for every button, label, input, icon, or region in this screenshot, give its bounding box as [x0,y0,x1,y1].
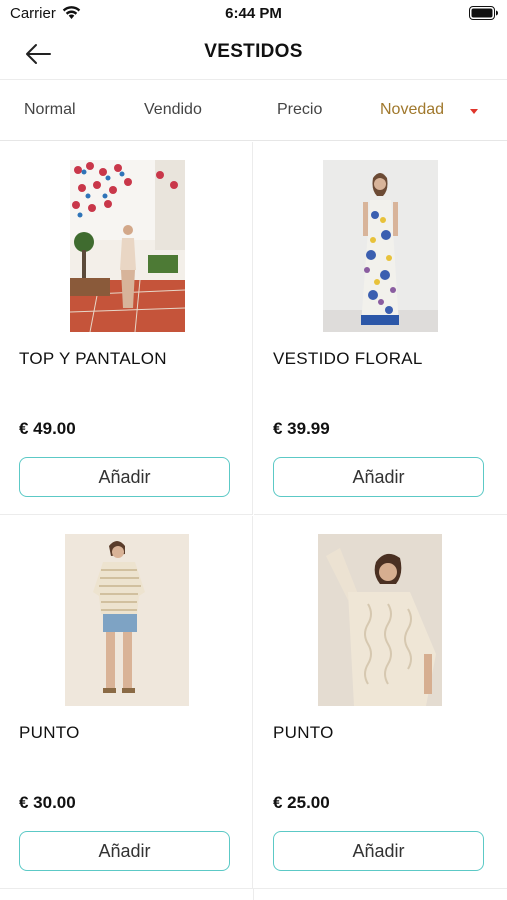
caret-down-icon[interactable] [470,109,478,114]
product-image[interactable] [318,534,442,706]
add-to-cart-button[interactable]: Añadir [273,831,484,871]
status-bar: Carrier 6:44 PM [0,0,507,28]
product-price: € 49.00 [19,419,76,438]
product-card[interactable]: PUNTO € 30.00 Añadir [0,516,253,889]
page-title: VESTIDOS [204,41,303,62]
battery-icon [469,6,498,20]
sort-tab-normal[interactable]: Normal [24,101,76,119]
product-name[interactable]: PUNTO [19,723,80,743]
product-card[interactable]: PUNTO € 25.00 Añadir [254,516,507,889]
product-card[interactable]: TOP Y PANTALON € 49.00 Añadir [0,142,253,515]
product-name[interactable]: PUNTO [273,723,334,743]
product-price: € 30.00 [19,793,76,812]
product-price: € 25.00 [273,793,330,812]
product-name[interactable]: VESTIDO FLORAL [273,349,423,369]
sort-tab-novedad[interactable]: Novedad [380,101,444,119]
add-to-cart-button[interactable]: Añadir [273,457,484,497]
product-name[interactable]: TOP Y PANTALON [19,349,167,369]
product-price: € 39.99 [273,419,330,438]
next-row-partial [0,888,507,900]
sort-tab-vendido[interactable]: Vendido [144,101,202,119]
product-card[interactable]: VESTIDO FLORAL € 39.99 Añadir [254,142,507,515]
add-to-cart-button[interactable]: Añadir [19,831,230,871]
status-time: 6:44 PM [225,5,282,22]
sort-bar: Normal Vendido Precio Novedad [0,81,507,141]
nav-bar: VESTIDOS [0,28,507,80]
grid-divider [253,888,254,900]
product-image[interactable] [323,160,438,332]
product-image[interactable] [65,534,189,706]
sort-tab-precio[interactable]: Precio [277,101,322,119]
add-to-cart-button[interactable]: Añadir [19,457,230,497]
product-image[interactable] [70,160,185,332]
